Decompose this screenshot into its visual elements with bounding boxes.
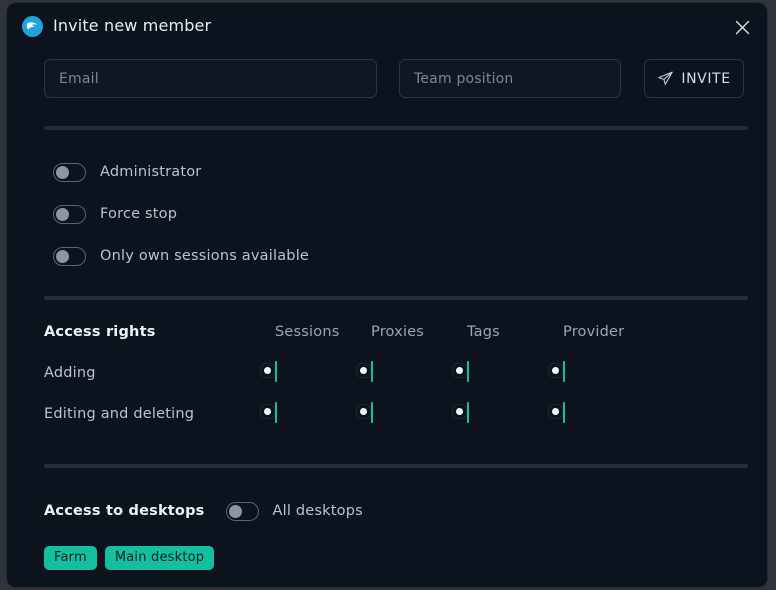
all-desktops-label: All desktops [273,503,363,519]
invite-button[interactable]: INVITE [644,59,744,98]
divider-top [44,126,748,130]
toggle-adding-sessions[interactable] [275,361,277,382]
toggle-knob [452,363,467,378]
column-header-tags: Tags [467,324,500,340]
toggle-force-stop[interactable] [53,205,86,224]
table-row: Editing and deleting [44,403,748,444]
email-placeholder: Email [59,71,99,87]
team-position-placeholder: Team position [414,71,514,87]
toggle-knob [229,505,242,518]
table-row: Adding [44,362,748,403]
toggle-all-desktops[interactable] [226,502,259,521]
desktop-chip-list: Farm Main desktop [44,546,214,570]
access-rights-table: Access rights Sessions Proxies Tags Prov… [44,321,748,444]
option-row-administrator: Administrator [53,161,201,183]
toggle-editing-sessions[interactable] [275,402,277,423]
desktop-chip-main-desktop[interactable]: Main desktop [105,546,214,570]
access-rights-header-row: Access rights Sessions Proxies Tags Prov… [44,321,748,362]
access-to-desktops-row: Access to desktops All desktops [44,499,748,523]
option-row-only-own-sessions: Only own sessions available [53,245,309,267]
desktop-chip-farm[interactable]: Farm [44,546,97,570]
divider-middle [44,296,748,300]
access-rights-title: Access rights [44,324,156,340]
toggle-knob [56,166,69,179]
toggle-knob [260,363,275,378]
option-label-force-stop: Force stop [100,206,177,222]
row-label-editing-deleting: Editing and deleting [44,406,194,422]
access-to-desktops-title: Access to desktops [44,503,205,519]
app-logo-icon [22,16,43,37]
dialog-title: Invite new member [53,16,211,35]
toggle-knob [356,363,371,378]
column-header-sessions: Sessions [275,324,339,340]
toggle-knob [356,404,371,419]
toggle-knob [548,363,563,378]
team-position-input[interactable]: Team position [399,59,621,98]
toggle-knob [260,404,275,419]
send-icon [657,70,674,87]
row-label-adding: Adding [44,365,96,381]
toggle-knob [548,404,563,419]
toggle-administrator[interactable] [53,163,86,182]
email-input[interactable]: Email [44,59,377,98]
column-header-provider: Provider [563,324,624,340]
toggle-editing-tags[interactable] [467,402,469,423]
toggle-adding-proxies[interactable] [371,361,373,382]
invite-row: Email Team position INVITE [7,59,767,99]
option-label-only-own-sessions: Only own sessions available [100,248,309,264]
toggle-knob [452,404,467,419]
column-header-proxies: Proxies [371,324,424,340]
app-window: Invite new member Email Team position IN… [0,0,776,590]
toggle-adding-provider[interactable] [563,361,565,382]
close-button[interactable] [729,14,755,40]
toggle-adding-tags[interactable] [467,361,469,382]
close-icon [735,20,750,35]
option-row-force-stop: Force stop [53,203,177,225]
toggle-editing-provider[interactable] [563,402,565,423]
toggle-knob [56,208,69,221]
toggle-only-own-sessions[interactable] [53,247,86,266]
invite-member-dialog: Invite new member Email Team position IN… [6,2,768,588]
invite-button-label: INVITE [681,71,730,87]
toggle-editing-proxies[interactable] [371,402,373,423]
divider-bottom [44,464,748,468]
dialog-header: Invite new member [7,3,767,49]
option-label-administrator: Administrator [100,164,201,180]
toggle-knob [56,250,69,263]
